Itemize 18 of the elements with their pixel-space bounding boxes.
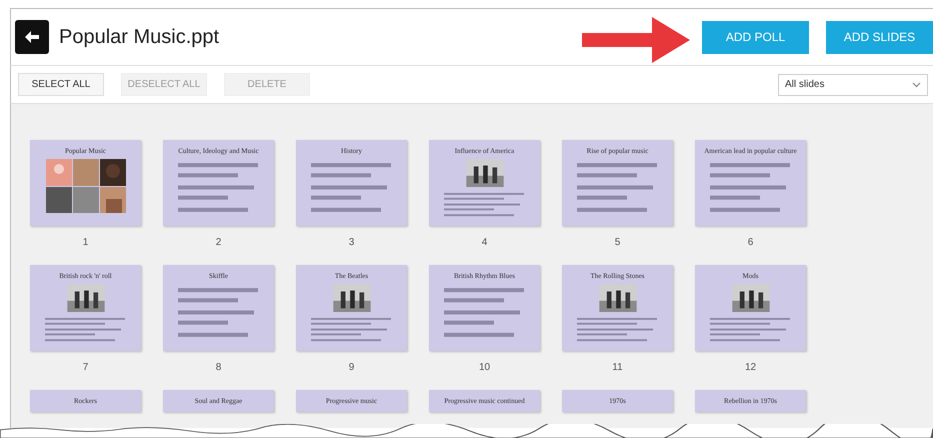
slide-number: 3 [348, 237, 354, 248]
toolbar-button[interactable]: SELECT ALL [18, 73, 104, 96]
slide-number: 4 [482, 237, 488, 248]
slide-number: 12 [744, 362, 756, 373]
back-button[interactable] [15, 20, 49, 54]
slide-number: 6 [748, 237, 754, 248]
slide-number: 2 [216, 237, 222, 248]
slide-number: 7 [82, 362, 88, 373]
slides-filter-dropdown[interactable]: All slides [778, 74, 928, 96]
slide-number: 8 [216, 362, 222, 373]
back-arrow-icon [25, 31, 39, 43]
chevron-down-icon [912, 82, 921, 88]
slide-number: 10 [478, 362, 490, 373]
slide-number: 11 [612, 362, 623, 373]
slide-number: 5 [614, 237, 620, 248]
slide-number: 9 [348, 362, 354, 373]
file-title: Popular Music.ppt [59, 26, 220, 48]
slide-number: 1 [82, 237, 88, 248]
